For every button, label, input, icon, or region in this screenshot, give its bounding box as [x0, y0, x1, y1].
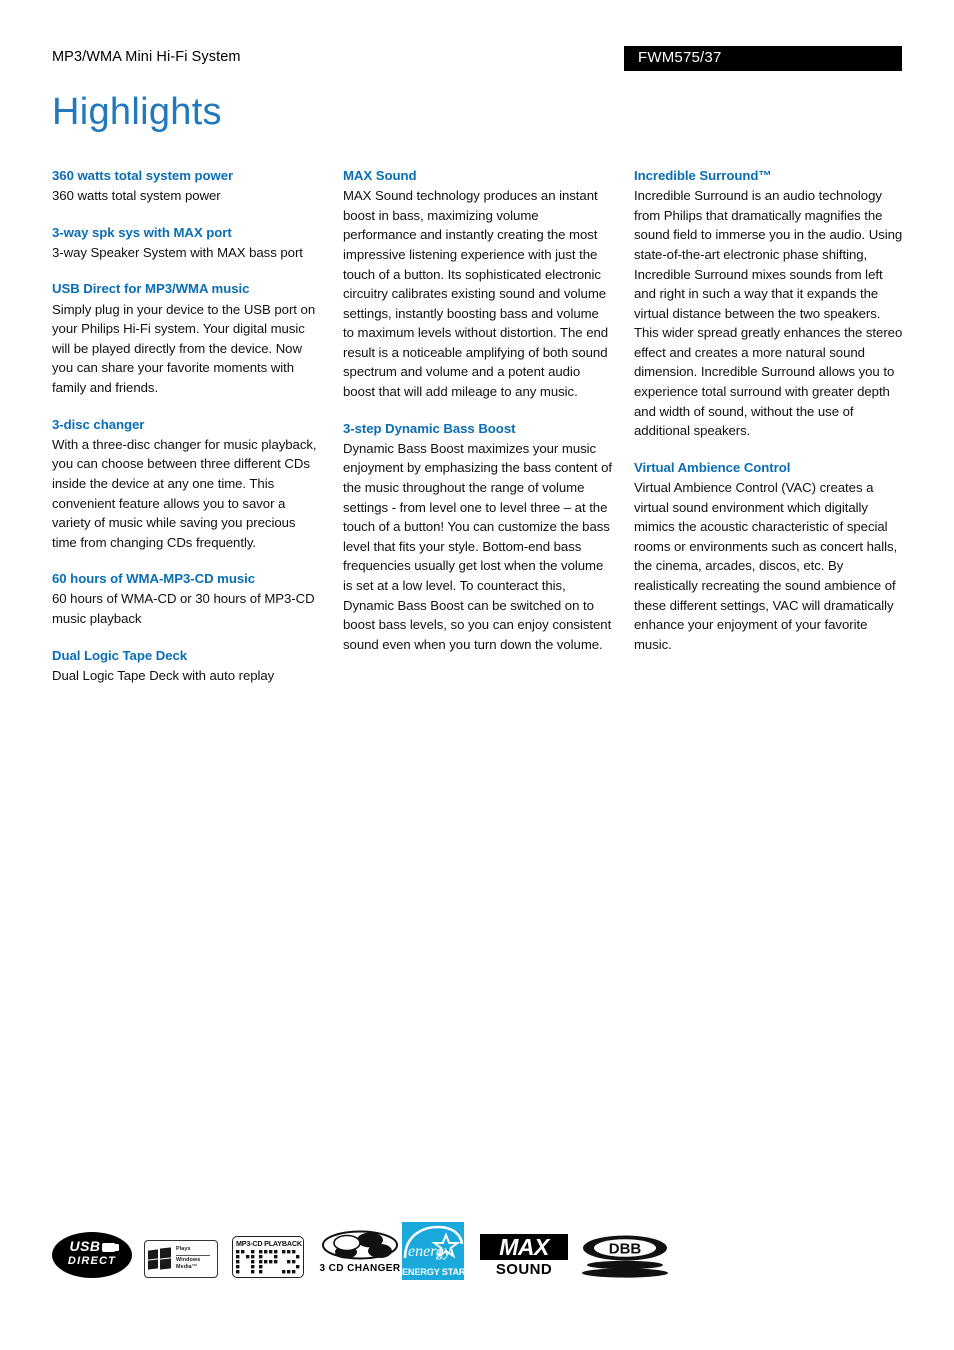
feature-block: 3-disc changer With a three-disc changer… — [52, 415, 322, 553]
feature-title: Virtual Ambience Control — [634, 459, 791, 475]
model-number-text: FWM575/37 — [638, 49, 722, 66]
feature-body: Dual Logic Tape Deck with auto replay — [52, 667, 275, 683]
feature-body: Incredible Surround is an audio technolo… — [634, 188, 903, 439]
usb-direct-sublabel: DIRECT — [67, 1255, 117, 1267]
feature-block: 3-way spk sys with MAX port 3-way Speake… — [52, 223, 322, 263]
feature-title: 3-way spk sys with MAX port — [52, 224, 232, 240]
feature-block: Incredible Surround™ Incredible Surround… — [634, 166, 904, 441]
feature-body: 360 watts total system power — [52, 188, 221, 204]
feature-block: Dual Logic Tape Deck Dual Logic Tape Dec… — [52, 646, 322, 686]
plays-windows-media-logo: Plays Windows Media™ — [144, 1240, 218, 1278]
highlights-columns: 360 watts total system power 360 watts t… — [52, 166, 904, 702]
cd-changer-discs-icon — [320, 1230, 400, 1262]
usb-direct-logo: USB DIRECT — [52, 1232, 132, 1278]
feature-block: Virtual Ambience Control Virtual Ambienc… — [634, 458, 904, 654]
model-number-bar: FWM575/37 — [624, 46, 902, 71]
wm-plays-label: Plays — [176, 1246, 210, 1256]
feature-block: USB Direct for MP3/WMA music Simply plug… — [52, 279, 322, 397]
energy-star-logo: energy ENERGY STAR — [402, 1222, 466, 1280]
feature-title: 3-disc changer — [52, 416, 145, 432]
wm-windows-label: Windows — [176, 1256, 201, 1263]
cd-changer-logo: 3 CD CHANGER — [314, 1230, 406, 1278]
highlights-column-3: Incredible Surround™ Incredible Surround… — [634, 166, 904, 702]
feature-body: 3-way Speaker System with MAX bass port — [52, 244, 303, 260]
usb-direct-wordmark: USB — [52, 1239, 132, 1254]
feature-title: Dual Logic Tape Deck — [52, 647, 188, 663]
usb-label: USB — [69, 1238, 101, 1254]
feature-title: 360 watts total system power — [52, 168, 234, 183]
cd-changer-caption: 3 CD CHANGER — [319, 1263, 401, 1274]
feature-title: 3-step Dynamic Bass Boost — [343, 420, 516, 436]
wm-media-label: Media™ — [176, 1264, 198, 1271]
page-title: Highlights — [52, 91, 222, 133]
product-category-label: MP3/WMA Mini Hi-Fi System — [52, 49, 241, 65]
feature-body: 60 hours of WMA-CD or 30 hours of MP3-CD… — [52, 591, 315, 627]
highlights-column-1: 360 watts total system power 360 watts t… — [52, 166, 322, 702]
mp3-dotmatrix-wordmark — [236, 1250, 300, 1274]
feature-title: 60 hours of WMA-MP3-CD music — [52, 571, 256, 587]
feature-block: MAX Sound MAX Sound technology produces … — [343, 166, 613, 402]
usb-plug-icon — [101, 1243, 119, 1252]
page-header: MP3/WMA Mini Hi-Fi System FWM575/37 — [0, 46, 954, 74]
mp3-cd-playback-logo: MP3-CD PLAYBACK — [232, 1236, 304, 1278]
energy-script-text: energy — [408, 1243, 452, 1260]
windows-media-text: Plays Windows Media™ — [176, 1246, 210, 1272]
windows-flag-icon — [148, 1247, 173, 1271]
feature-block: 360 watts total system power 360 watts t… — [52, 166, 322, 206]
feature-title: Incredible Surround™ — [634, 168, 772, 183]
energy-star-mark: energy — [403, 1225, 464, 1260]
feature-body: MAX Sound technology produces an instant… — [343, 188, 609, 400]
highlights-column-2: MAX Sound MAX Sound technology produces … — [343, 166, 613, 702]
feature-body: Simply plug in your device to the USB po… — [52, 301, 316, 395]
feature-body: Dynamic Bass Boost maximizes your music … — [343, 440, 613, 652]
energy-star-banner: ENERGY STAR — [402, 1267, 466, 1277]
dbb-label: DBB — [609, 1241, 642, 1258]
mp3-cd-caption: MP3-CD PLAYBACK — [236, 1239, 302, 1248]
feature-body: Virtual Ambience Control (VAC) creates a… — [634, 480, 898, 652]
feature-title: USB Direct for MP3/WMA music — [52, 281, 250, 297]
dbb-logo: DBB — [580, 1234, 670, 1278]
feature-title: MAX Sound — [343, 168, 417, 183]
max-wordmark: MAX — [480, 1234, 568, 1260]
certification-logo-strip: USB DIRECT Plays Windows Media™ MP3-CD P… — [52, 1216, 912, 1280]
feature-block: 60 hours of WMA-MP3-CD music 60 hours of… — [52, 569, 322, 628]
feature-body: With a three-disc changer for music play… — [52, 436, 317, 550]
sound-wordmark: SOUND — [495, 1261, 553, 1278]
feature-block: 3-step Dynamic Bass Boost Dynamic Bass B… — [343, 419, 613, 655]
max-sound-logo: MAX SOUND — [480, 1234, 568, 1278]
